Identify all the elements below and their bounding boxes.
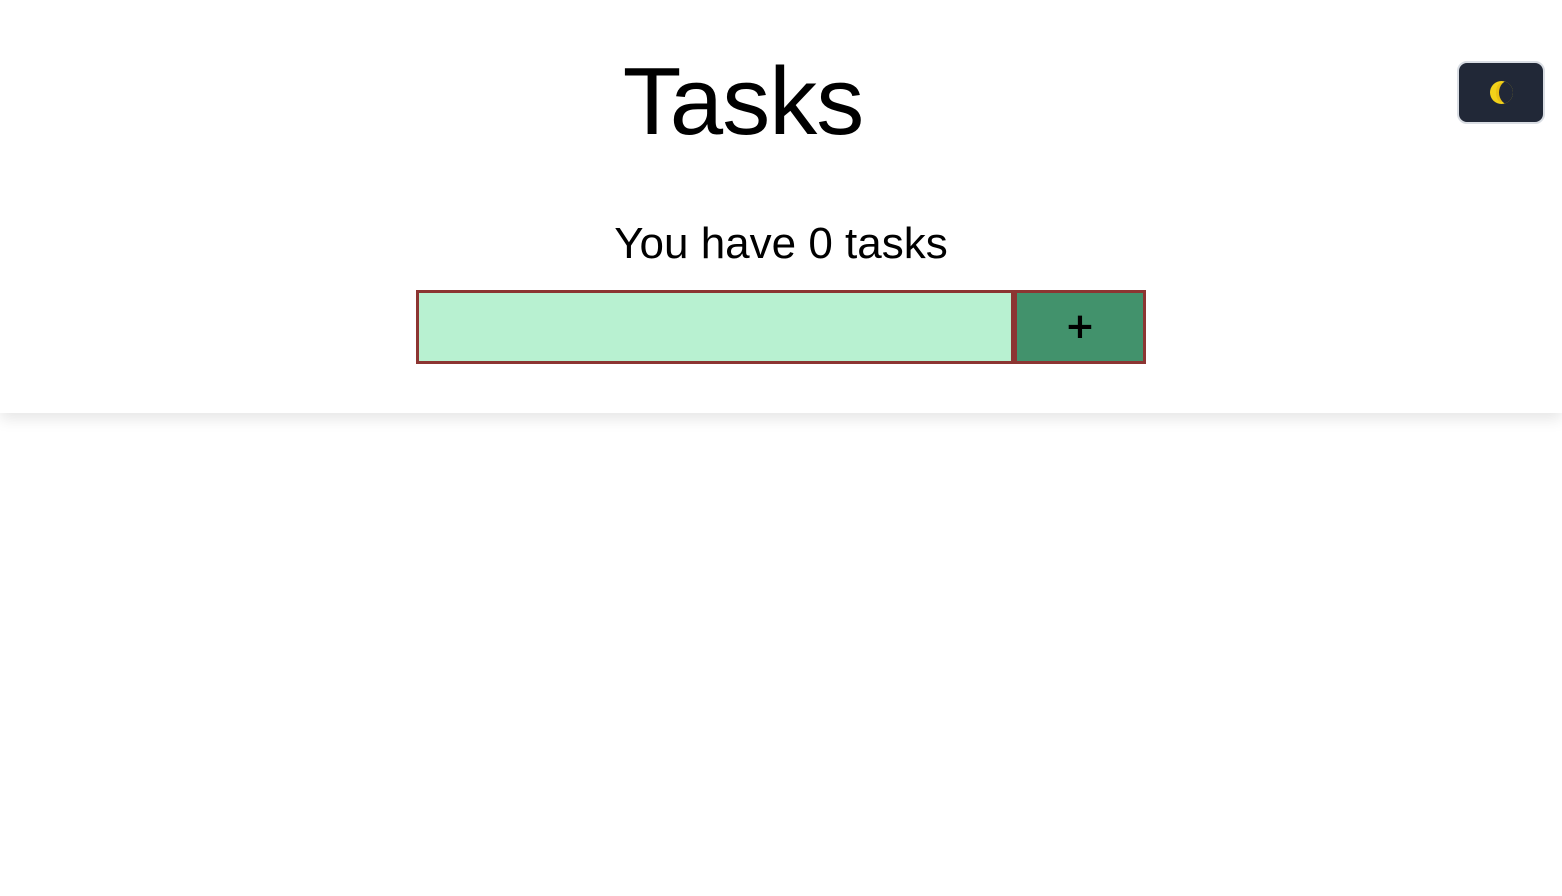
moon-icon (1489, 81, 1513, 104)
add-task-button[interactable]: + (1014, 290, 1146, 364)
page-title: Tasks (622, 48, 864, 155)
theme-toggle-button[interactable] (1457, 61, 1545, 124)
app-header: Tasks You have 0 tasks + (0, 0, 1562, 413)
task-count-text: You have 0 tasks (614, 219, 948, 268)
task-input[interactable] (416, 290, 1014, 364)
add-task-form: + (416, 290, 1146, 364)
